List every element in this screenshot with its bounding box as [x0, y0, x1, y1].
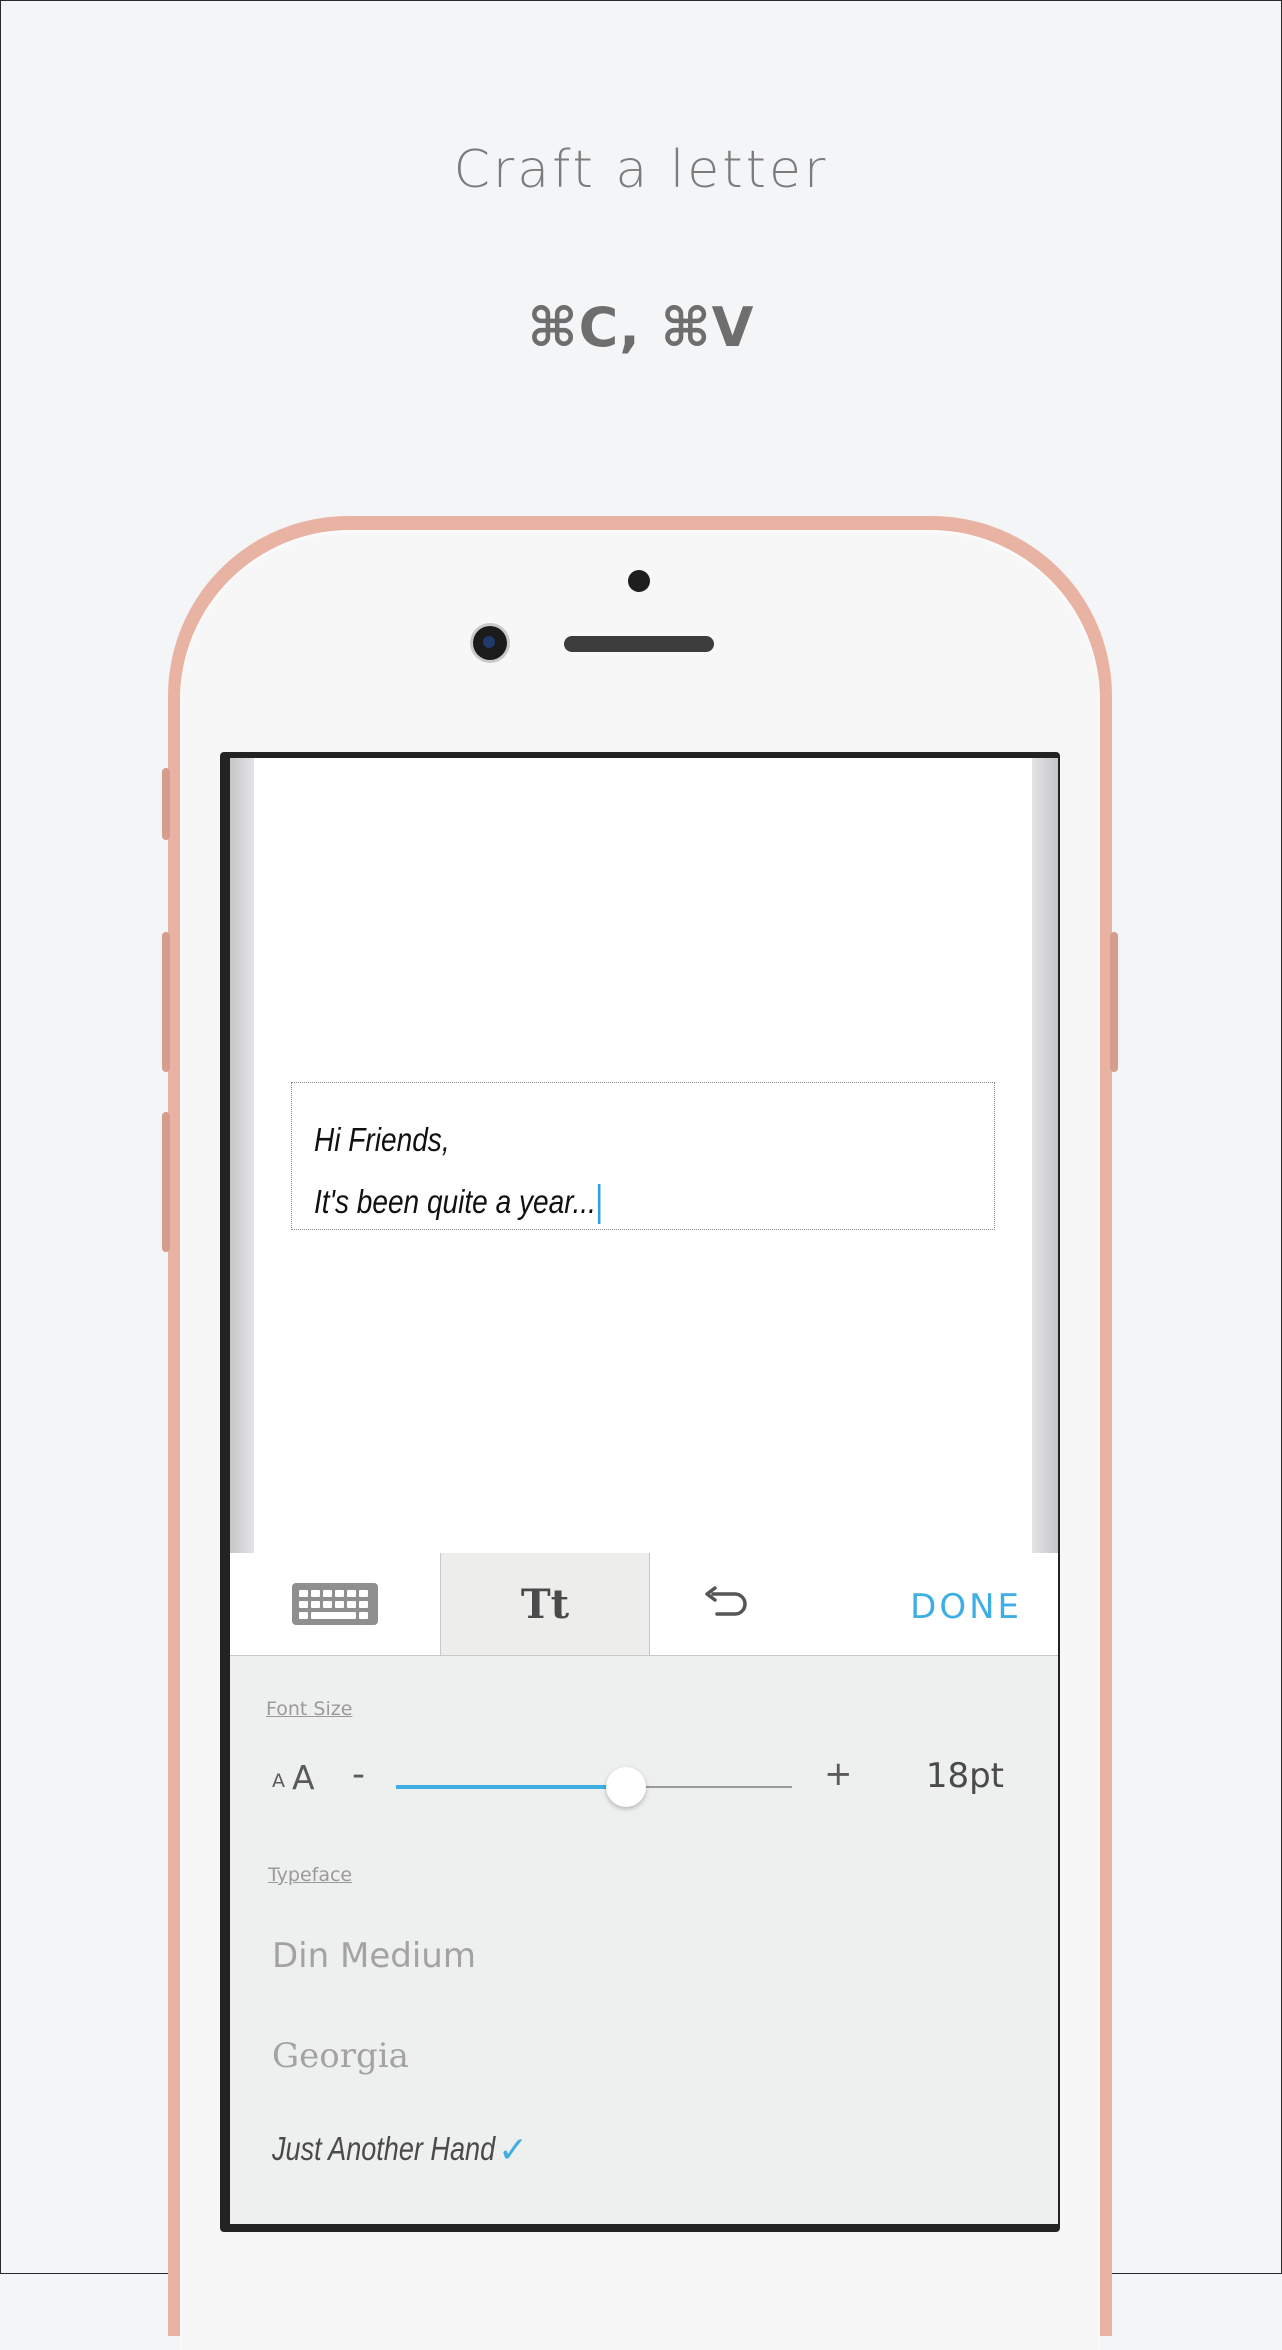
phone-screen: Hi Friends, It's been quite a year... Tt… — [230, 758, 1058, 2224]
slider-fill — [396, 1785, 626, 1789]
typeface-din-medium[interactable]: Din Medium — [272, 1936, 476, 1976]
page-shade-right — [1032, 758, 1058, 1553]
letter-line-2-text: It's been quite a year... — [314, 1183, 596, 1220]
proximity-sensor — [628, 570, 650, 592]
large-a-icon: A — [292, 1758, 315, 1797]
font-size-label: Font Size — [266, 1698, 353, 1720]
format-panel: Font Size A A - + 18pt Typeface Din Medi… — [230, 1656, 1058, 2224]
typeface-just-another-hand[interactable]: Just Another Hand — [272, 2130, 495, 2168]
earpiece-speaker — [564, 636, 714, 652]
text-format-button[interactable]: Tt — [440, 1553, 650, 1655]
small-a-icon: A — [272, 1770, 285, 1792]
decrease-size-button[interactable]: - — [352, 1754, 365, 1795]
letter-line-2: It's been quite a year... — [314, 1171, 892, 1233]
checkmark-icon: ✓ — [498, 2130, 529, 2171]
done-button[interactable]: DONE — [910, 1553, 1022, 1655]
undo-button[interactable] — [650, 1553, 800, 1655]
font-size-slider[interactable] — [396, 1767, 792, 1807]
page-title: Craft a letter — [453, 140, 829, 200]
power-button — [1110, 932, 1118, 1072]
typeface-label: Typeface — [268, 1864, 353, 1886]
editor-toolbar: Tt DONE — [230, 1553, 1058, 1656]
keyboard-icon — [292, 1583, 378, 1625]
keyboard-button[interactable] — [230, 1553, 440, 1655]
page-subtitle: ⌘C, ⌘V — [527, 296, 755, 359]
volume-down-button — [162, 1112, 170, 1252]
increase-size-button[interactable]: + — [824, 1754, 853, 1794]
mute-switch — [162, 768, 170, 840]
slider-thumb[interactable] — [605, 1767, 646, 1807]
letter-text-box[interactable]: Hi Friends, It's been quite a year... — [291, 1082, 995, 1230]
text-caret — [597, 1184, 601, 1225]
page-shade-left — [230, 758, 254, 1553]
volume-up-button — [162, 932, 170, 1072]
font-size-value: 18pt — [925, 1756, 1004, 1796]
front-camera — [473, 626, 507, 660]
undo-icon — [705, 1586, 747, 1616]
typeface-georgia[interactable]: Georgia — [272, 2036, 409, 2076]
letter-line-1: Hi Friends, — [314, 1121, 450, 1158]
